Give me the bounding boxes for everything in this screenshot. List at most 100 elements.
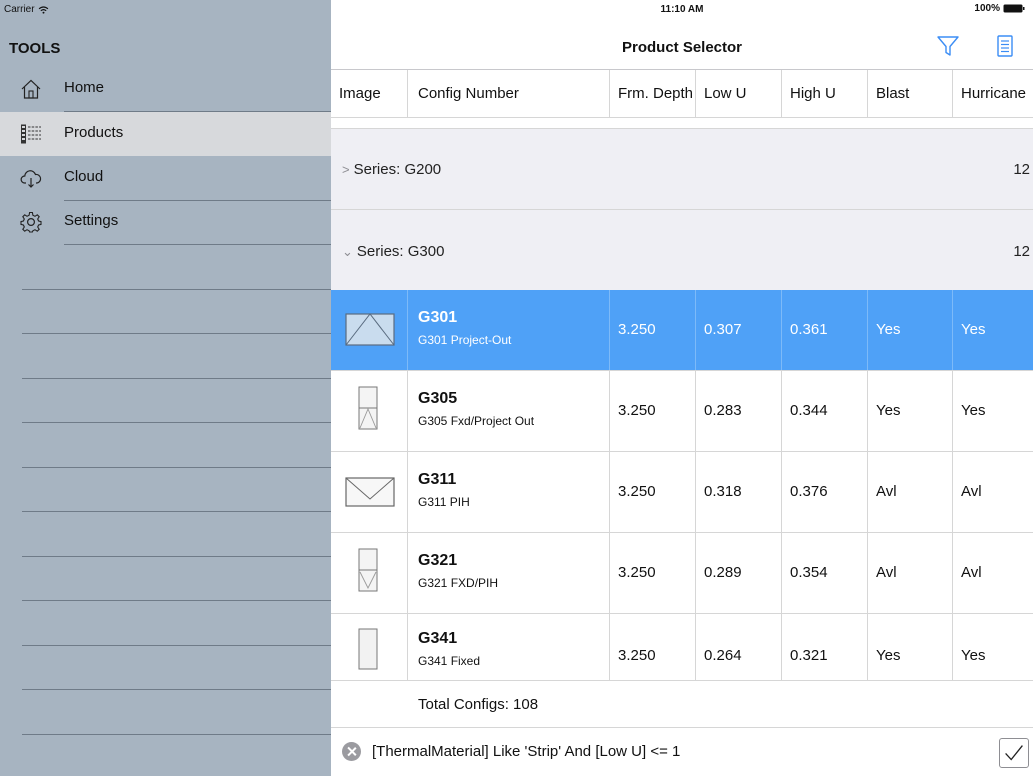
config-number: G311 — [418, 471, 457, 488]
filter-icon[interactable] — [935, 33, 961, 59]
home-icon — [21, 79, 41, 99]
divider — [64, 244, 331, 245]
column-blast[interactable]: Blast — [868, 70, 953, 118]
divider — [22, 333, 331, 334]
config-description: G341 Fixed — [418, 654, 481, 668]
high-u: 0.376 — [782, 452, 868, 532]
low-u: 0.307 — [696, 290, 782, 370]
carrier-label: Carrier — [4, 4, 35, 15]
divider — [22, 289, 331, 290]
config-cell: G311 G311 PIH — [408, 452, 610, 532]
series-label: Series: G200 — [353, 161, 442, 178]
high-u: 0.344 — [782, 371, 868, 451]
config-cell: G341 G341 Fixed — [408, 614, 610, 680]
window-thumbnail — [358, 386, 378, 430]
series-group-g200[interactable]: > Series: G200 12 — [331, 128, 1033, 209]
product-image — [331, 290, 408, 370]
chevron-down-icon: ⌄ — [342, 244, 353, 259]
window-thumbnail — [345, 477, 395, 507]
series-group-g300[interactable]: ⌄ Series: G300 12 — [331, 209, 1033, 290]
status-battery: 100% — [974, 3, 1025, 14]
clear-filter-icon[interactable] — [342, 742, 361, 761]
frame-depth: 3.250 — [610, 290, 696, 370]
table-row[interactable]: G311 G311 PIH 3.250 0.318 0.376 Avl Avl — [331, 452, 1033, 533]
column-hurricane[interactable]: Hurricane — [953, 70, 1033, 118]
low-u: 0.283 — [696, 371, 782, 451]
divider — [22, 600, 331, 601]
sidebar: Carrier TOOLS Home Products Cloud Settin… — [0, 0, 331, 776]
blast: Yes — [868, 614, 953, 680]
config-number: G305 — [418, 390, 458, 407]
column-low-u[interactable]: Low U — [696, 70, 782, 118]
window-thumbnail — [358, 548, 378, 592]
page-title: Product Selector — [621, 39, 743, 56]
product-image — [331, 371, 408, 451]
product-image — [331, 452, 408, 532]
status-time: 11:10 AM — [660, 4, 704, 15]
high-u: 0.361 — [782, 290, 868, 370]
checkmark-icon[interactable] — [999, 738, 1029, 768]
column-high-u[interactable]: High U — [782, 70, 868, 118]
total-configs-label: Total Configs: 108 — [418, 696, 539, 713]
blast: Avl — [868, 452, 953, 532]
config-description: G305 Fxd/Project Out — [418, 414, 535, 428]
divider — [22, 467, 331, 468]
column-header: Image Config Number Frm. Depth Low U Hig… — [331, 70, 1033, 118]
list-icon[interactable] — [992, 33, 1018, 59]
divider — [22, 422, 331, 423]
hurricane: Yes — [961, 647, 986, 664]
main-panel: 11:10 AM 100% Product Selector Image Con… — [331, 0, 1033, 776]
window-thumbnail — [345, 313, 395, 346]
divider — [22, 378, 331, 379]
status-carrier: Carrier — [4, 4, 49, 15]
product-image — [331, 614, 408, 680]
config-cell: G301 G301 Project-Out — [408, 290, 610, 370]
high-u: 0.321 — [782, 614, 868, 680]
high-u: 0.354 — [782, 533, 868, 613]
window-thumbnail — [358, 628, 378, 670]
cloud-icon — [20, 170, 42, 188]
sidebar-item-cloud[interactable]: Cloud — [0, 156, 331, 200]
divider — [22, 556, 331, 557]
table-row[interactable]: G321 G321 FXD/PIH 3.250 0.289 0.354 Avl … — [331, 533, 1033, 614]
blast: Avl — [868, 533, 953, 613]
blast: Yes — [868, 290, 953, 370]
divider — [22, 511, 331, 512]
table-row[interactable]: G341 G341 Fixed 3.250 0.264 0.321 Yes Ye… — [331, 614, 1033, 681]
hurricane: Yes — [961, 402, 986, 419]
sidebar-title: TOOLS — [9, 40, 61, 57]
config-number: G341 — [418, 630, 458, 647]
sidebar-item-settings[interactable]: Settings — [0, 200, 331, 244]
low-u: 0.264 — [696, 614, 782, 680]
series-count: 12 — [1013, 243, 1030, 260]
column-image[interactable]: Image — [331, 70, 408, 118]
battery-icon — [1003, 4, 1025, 13]
series-count: 12 — [1013, 161, 1030, 178]
wifi-icon — [38, 5, 48, 14]
sidebar-item-label: Settings — [64, 212, 119, 229]
table-row[interactable]: G305 G305 Fxd/Project Out 3.250 0.283 0.… — [331, 371, 1033, 452]
low-u: 0.289 — [696, 533, 782, 613]
divider — [22, 734, 331, 735]
hurricane: Avl — [961, 564, 982, 581]
config-number: G321 — [418, 552, 458, 569]
sidebar-item-label: Home — [64, 79, 105, 96]
filter-expression[interactable]: [ThermalMaterial] Like 'Strip' And [Low … — [372, 743, 680, 760]
divider — [22, 689, 331, 690]
chevron-right-icon: > — [342, 162, 350, 177]
frame-depth: 3.250 — [610, 371, 696, 451]
sidebar-item-products[interactable]: Products — [0, 112, 331, 156]
config-description: G301 Project-Out — [418, 333, 512, 347]
column-config-number[interactable]: Config Number — [408, 70, 610, 118]
filter-bar: [ThermalMaterial] Like 'Strip' And [Low … — [331, 729, 1033, 776]
config-description: G311 PIH — [418, 495, 470, 509]
hurricane: Yes — [961, 321, 986, 338]
config-cell: G321 G321 FXD/PIH — [408, 533, 610, 613]
battery-percent: 100% — [974, 3, 1000, 14]
config-description: G321 FXD/PIH — [418, 576, 499, 590]
frame-depth: 3.250 — [610, 533, 696, 613]
frame-depth: 3.250 — [610, 452, 696, 532]
column-frame-depth[interactable]: Frm. Depth — [610, 70, 696, 118]
sidebar-item-home[interactable]: Home — [0, 67, 331, 111]
table-row[interactable]: G301 G301 Project-Out 3.250 0.307 0.361 … — [331, 290, 1033, 371]
